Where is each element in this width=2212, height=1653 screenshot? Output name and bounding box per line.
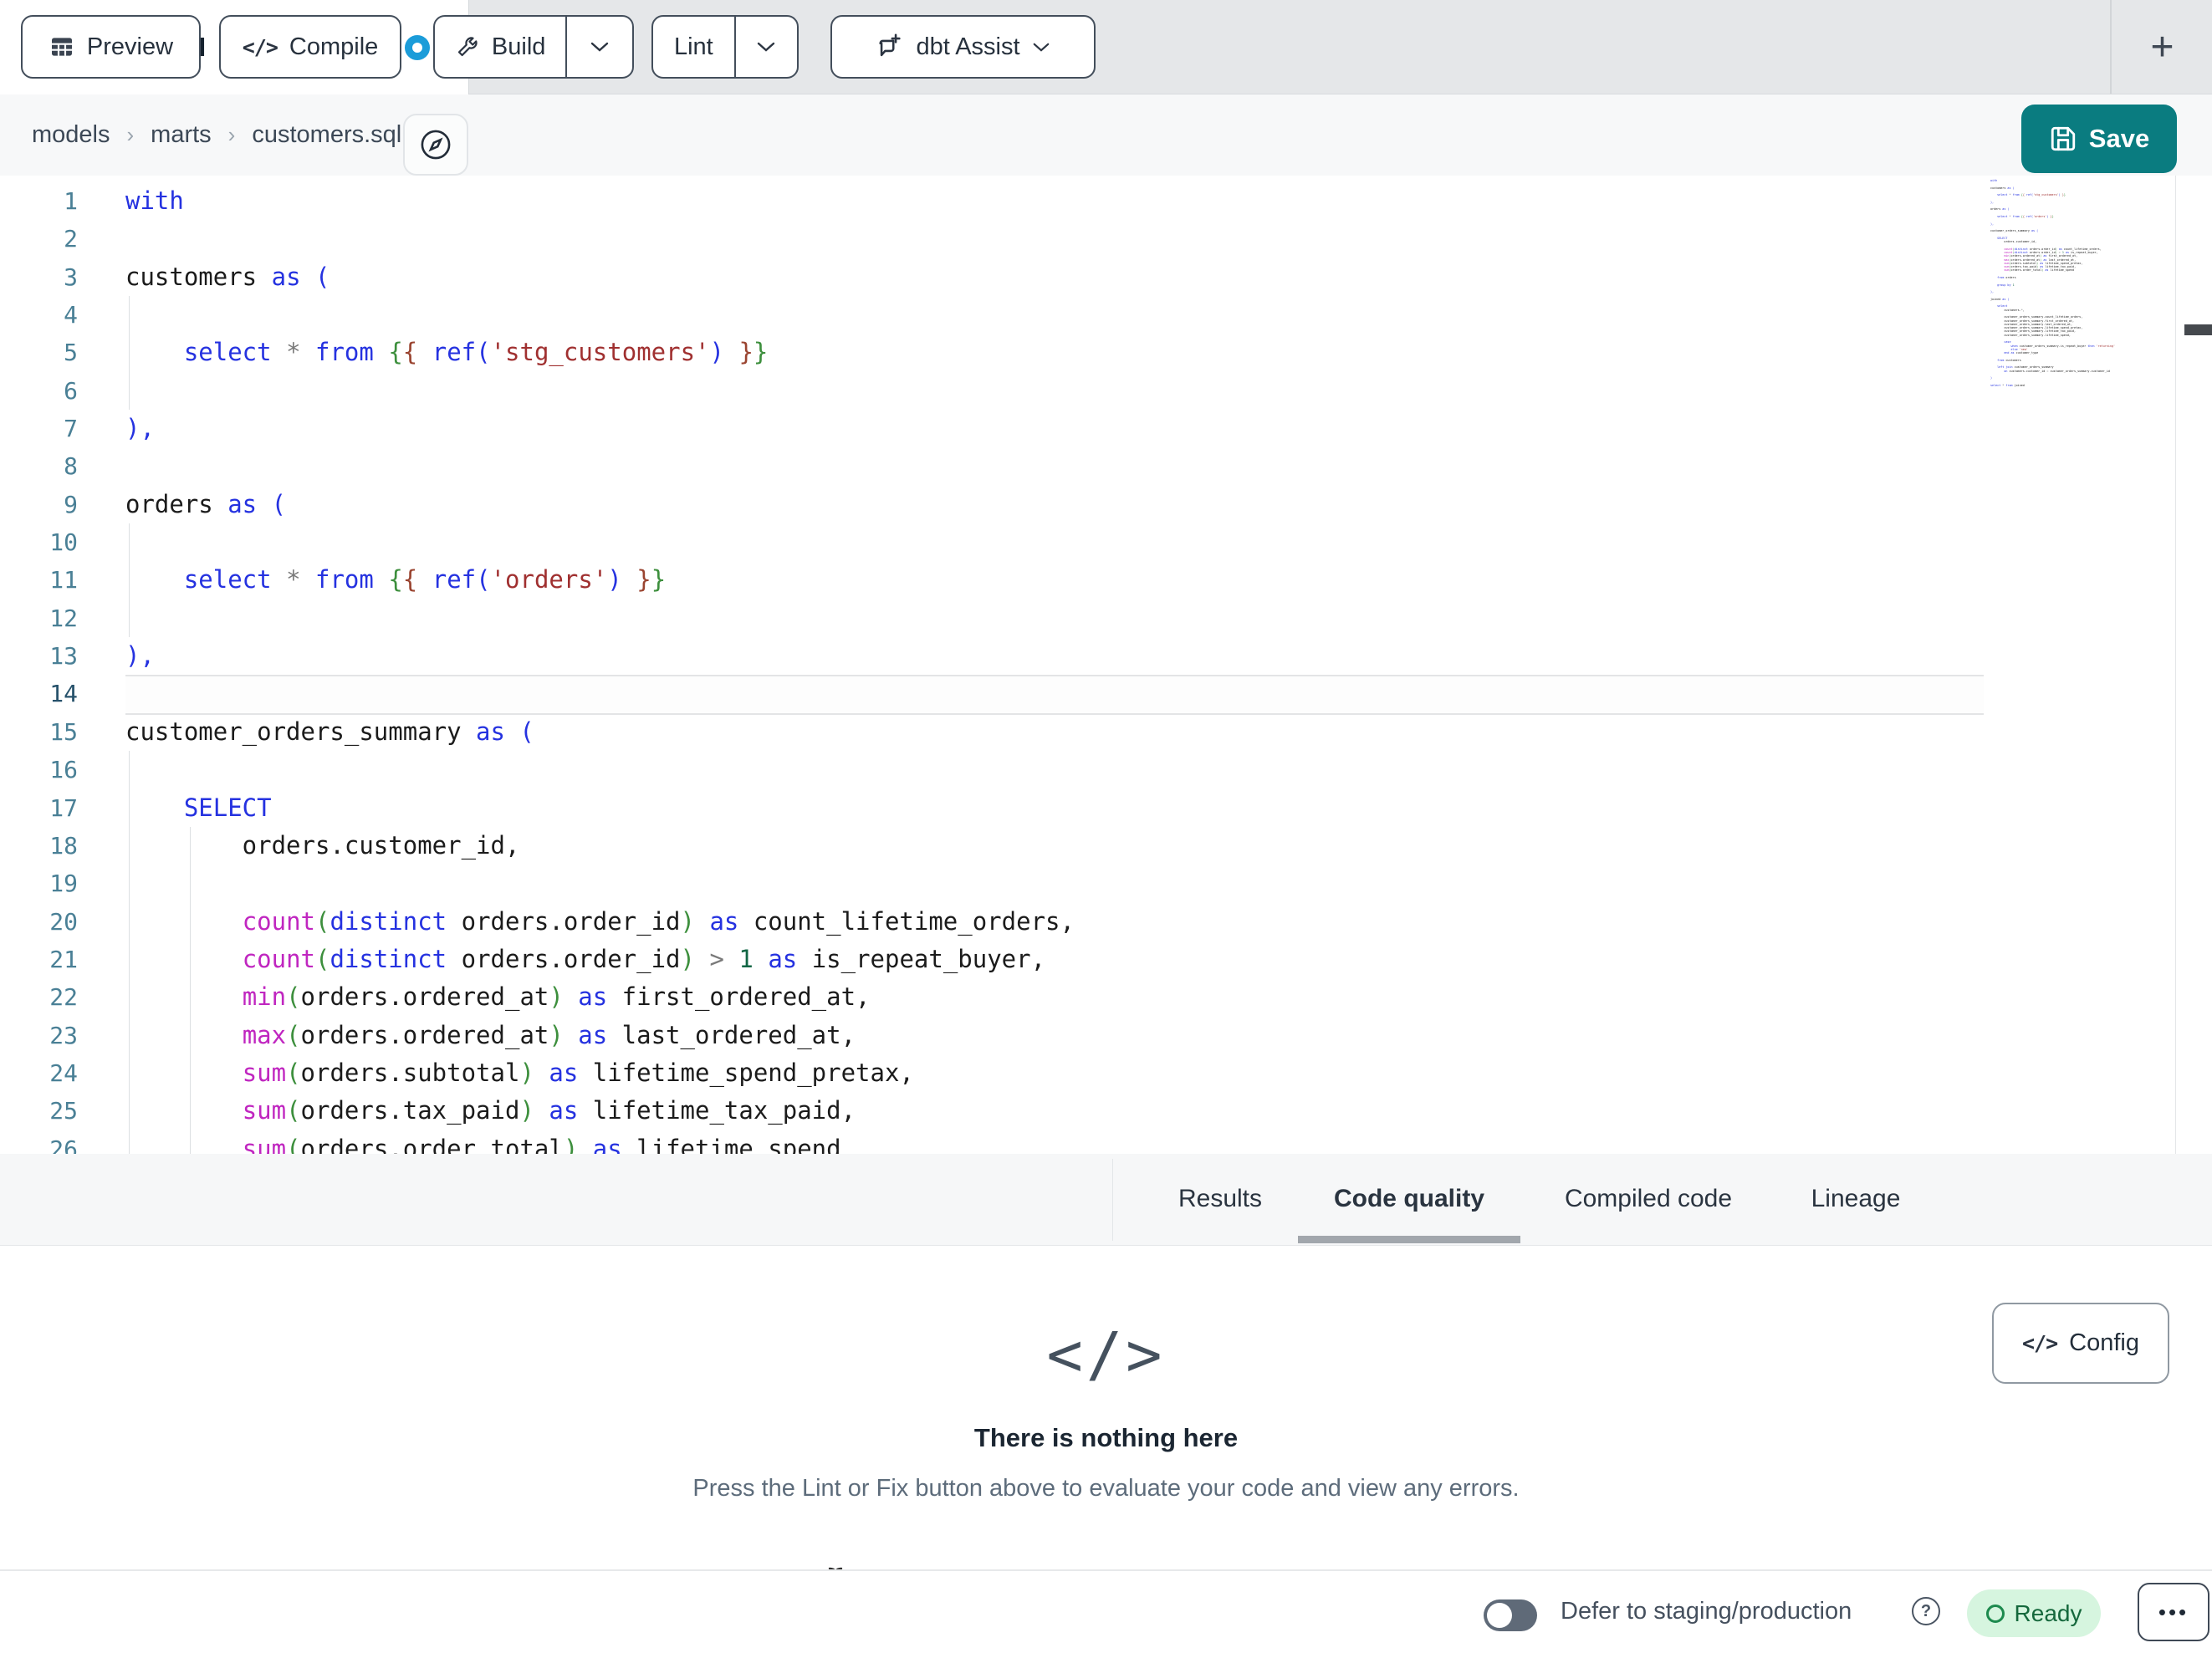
- save-label: Save: [2088, 124, 2150, 153]
- code-line[interactable]: 1 with: [0, 182, 2212, 220]
- lint-label: Lint: [673, 33, 713, 60]
- locate-file-button[interactable]: [403, 114, 468, 176]
- tab-lineage[interactable]: Lineage: [1806, 1154, 1905, 1244]
- minimap[interactable]: with customers as ( select * from {{ ref(…: [1990, 179, 2178, 393]
- code-line[interactable]: 8: [0, 447, 2212, 485]
- code-line[interactable]: 9 orders as (: [0, 486, 2212, 523]
- chevron-down-icon: [756, 41, 776, 53]
- dbt-ide-window: customers.sql + models › marts › custome…: [0, 0, 2212, 1653]
- build-split-button: Build: [433, 15, 634, 79]
- lint-button[interactable]: Lint: [653, 17, 734, 77]
- ready-label: Ready: [2014, 1599, 2082, 1626]
- more-options-button[interactable]: •••: [2138, 1583, 2209, 1641]
- empty-state-title: There is nothing here: [973, 1423, 1239, 1452]
- unsaved-changes-dot-icon: [405, 35, 430, 60]
- defer-toggle[interactable]: [1484, 1599, 1537, 1631]
- breadcrumb-item-marts: marts: [151, 121, 212, 148]
- dbt-assist-button[interactable]: dbt Assist: [830, 15, 1096, 79]
- tab-bar-divider: [2110, 0, 2112, 94]
- code-line[interactable]: 5 select * from {{ ref('stg_customers') …: [0, 334, 2212, 371]
- compass-icon: [418, 127, 453, 162]
- code-icon: </>: [1046, 1319, 1166, 1390]
- compile-label: Compile: [289, 33, 379, 60]
- build-dropdown-toggle[interactable]: [565, 17, 632, 77]
- preview-label: Preview: [86, 33, 174, 60]
- code-icon: </>: [242, 34, 278, 59]
- help-icon[interactable]: ?: [1912, 1597, 1940, 1625]
- code-area[interactable]: 1 with 2 3 customers as (4 5 select * from {{…: [0, 176, 2212, 1154]
- save-button[interactable]: Save: [2021, 105, 2177, 173]
- config-label: Config: [2069, 1329, 2139, 1356]
- code-line[interactable]: 3 customers as (: [0, 258, 2212, 296]
- chevron-right-icon: ›: [126, 122, 135, 147]
- code-line[interactable]: 24 sum(orders.subtotal) as lifetime_spen…: [0, 1054, 2212, 1092]
- empty-state-description: Press the Lint or Fix button above to ev…: [692, 1475, 1520, 1502]
- assist-chat-icon: [876, 33, 904, 61]
- code-line[interactable]: 17 SELECT: [0, 789, 2212, 827]
- tab-compiled-code[interactable]: Compiled code: [1556, 1154, 1741, 1244]
- breadcrumb: models › marts › customers.sql: [32, 94, 401, 176]
- table-icon: [49, 33, 75, 60]
- code-line[interactable]: 14: [0, 675, 2212, 712]
- status-bar: [0, 1569, 2212, 1653]
- ellipsis-icon: •••: [2158, 1599, 2189, 1625]
- code-line[interactable]: 23 max(orders.ordered_at) as last_ordere…: [0, 1017, 2212, 1054]
- lint-dropdown-toggle[interactable]: [733, 17, 797, 77]
- chevron-down-icon: [590, 41, 610, 53]
- code-line[interactable]: 22 min(orders.ordered_at) as first_order…: [0, 978, 2212, 1016]
- code-line[interactable]: 11 select * from {{ ref('orders') }}: [0, 561, 2212, 599]
- code-line[interactable]: 20 count(distinct orders.order_id) as co…: [0, 903, 2212, 941]
- code-icon: </>: [2022, 1331, 2058, 1355]
- floppy-disk-icon: [2049, 125, 2077, 153]
- code-line[interactable]: 12: [0, 599, 2212, 637]
- breadcrumb-item-models: models: [32, 121, 110, 148]
- active-tab-underline: [1298, 1236, 1520, 1243]
- code-line[interactable]: 10: [0, 523, 2212, 561]
- code-line[interactable]: 21 count(distinct orders.order_id) > 1 a…: [0, 941, 2212, 978]
- strip-divider: [1112, 1159, 1113, 1241]
- chevron-down-icon: [1032, 42, 1050, 53]
- dbt-assist-label: dbt Assist: [916, 33, 1020, 60]
- code-line[interactable]: 4: [0, 296, 2212, 334]
- new-tab-button[interactable]: +: [2112, 0, 2212, 94]
- code-line[interactable]: 13),: [0, 637, 2212, 675]
- code-line[interactable]: 7),: [0, 410, 2212, 447]
- status-badge-ready: Ready: [1967, 1589, 2101, 1637]
- config-button[interactable]: </> Config: [1992, 1303, 2169, 1384]
- code-line[interactable]: 18 orders.customer_id,: [0, 827, 2212, 865]
- wrench-icon: [455, 34, 480, 59]
- code-line[interactable]: 25 sum(orders.tax_paid) as lifetime_tax_…: [0, 1092, 2212, 1130]
- build-button[interactable]: Build: [435, 17, 565, 77]
- tab-results[interactable]: Results: [1172, 1154, 1268, 1244]
- lint-split-button: Lint: [651, 15, 799, 79]
- preview-button[interactable]: Preview: [21, 15, 201, 79]
- defer-label: Defer to staging/production: [1561, 1597, 1852, 1625]
- code-editor[interactable]: 1 with 2 3 customers as (4 5 select * from {{…: [0, 176, 2212, 1154]
- status-circle-icon: [1985, 1604, 2005, 1623]
- tab-code-quality[interactable]: Code quality: [1330, 1154, 1489, 1244]
- code-line[interactable]: 26 sum(orders.order_total) as lifetime_s…: [0, 1130, 2212, 1154]
- breadcrumb-item-file: customers.sql: [252, 121, 402, 148]
- build-label: Build: [491, 33, 546, 60]
- code-line[interactable]: 15 customer_orders_summary as (: [0, 713, 2212, 751]
- chevron-right-icon: ›: [227, 122, 236, 147]
- code-quality-panel: [0, 1246, 2212, 1569]
- code-line[interactable]: 2: [0, 220, 2212, 258]
- code-line[interactable]: 19: [0, 865, 2212, 902]
- code-line[interactable]: 6: [0, 372, 2212, 410]
- code-line[interactable]: 16: [0, 751, 2212, 788]
- plus-icon: +: [2150, 24, 2174, 69]
- compile-button[interactable]: </> Compile: [219, 15, 401, 79]
- toggle-knob: [1487, 1603, 1512, 1628]
